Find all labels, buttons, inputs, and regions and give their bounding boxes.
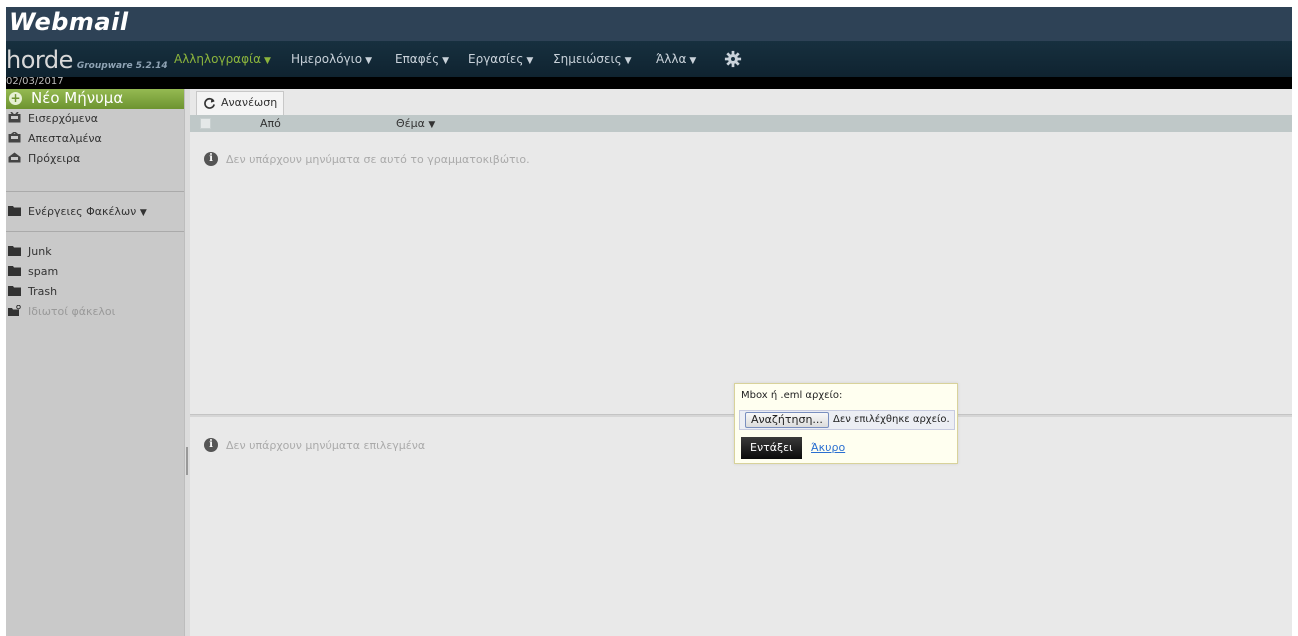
webmail-window: Webmail horde Groupware 5.2.14 Αλληλογραφ… (6, 7, 1292, 636)
folder-sent-label: Απεσταλμένα (28, 132, 102, 145)
chevron-down-icon: ▼ (263, 56, 271, 66)
folder-sent[interactable]: Απεσταλμένα (6, 129, 184, 147)
folder-inbox[interactable]: Εισερχόμενα (6, 109, 184, 127)
sidebar-divider (6, 191, 184, 192)
sent-icon (8, 132, 21, 143)
menu-tasks[interactable]: Εργασίες ▼ (468, 52, 533, 66)
file-input[interactable]: Αναζήτηση... Δεν επιλέχθηκε αρχείο. (739, 410, 955, 430)
folder-icon (8, 206, 21, 216)
sidebar-divider (6, 231, 184, 232)
main-menu-bar: horde Groupware 5.2.14 Αλληλογραφία ▼ Ημερ… (6, 41, 1292, 77)
new-message-button[interactable]: + Νέο Μήνυμα (6, 89, 184, 109)
chevron-down-icon: ▼ (139, 208, 147, 218)
folder-inbox-label: Εισερχόμενα (28, 112, 98, 125)
folder-drafts[interactable]: Πρόχειρα (6, 149, 184, 167)
top-header: Webmail (6, 7, 1292, 41)
menu-tasks-label: Εργασίες (468, 52, 524, 66)
menu-calendar[interactable]: Ημερολόγιο ▼ (291, 52, 372, 66)
splitter-handle[interactable] (186, 447, 188, 475)
empty-mailbox-text: Δεν υπάρχουν μηνύματα σε αυτό το γραμματ… (226, 153, 530, 166)
webmail-logo: Webmail (9, 8, 129, 36)
mailbox-toolbar: Ανανέωση (190, 89, 1292, 115)
preview-notice-text: Δεν υπάρχουν μηνύματα επιλεγμένα (226, 439, 426, 452)
browse-button[interactable]: Αναζήτηση... (745, 412, 829, 428)
menu-mail[interactable]: Αλληλογραφία ▼ (174, 52, 271, 66)
chevron-down-icon: ▼ (365, 56, 372, 66)
menu-other-label: Άλλα (656, 52, 687, 66)
menu-contacts[interactable]: Επαφές ▼ (395, 52, 449, 66)
folder-actions-menu[interactable]: Ενέργειες Φακέλων ▼ (6, 202, 184, 220)
message-list-header: Από Θέμα ▼ (190, 115, 1292, 132)
import-ok-button[interactable]: Εντάξει (741, 437, 802, 459)
menu-notes-label: Σημειώσεις (553, 52, 622, 66)
menu-other[interactable]: Άλλα ▼ (656, 52, 696, 66)
info-icon: i (204, 438, 218, 452)
inbox-icon (8, 112, 21, 123)
folder-icon (8, 266, 21, 276)
file-status-text: Δεν επιλέχθηκε αρχείο. (833, 414, 950, 425)
chevron-down-icon: ▼ (442, 56, 450, 66)
message-area: Ανανέωση Από Θέμα ▼ i Δεν υπάρχουν μηνύμ… (190, 89, 1292, 636)
folder-icon (8, 286, 21, 296)
menu-notes[interactable]: Σημειώσεις ▼ (553, 52, 632, 66)
gear-icon[interactable] (724, 50, 742, 68)
import-dialog: Mbox ή .eml αρχείο: Αναζήτηση... Δεν επι… (734, 383, 958, 464)
folder-drafts-label: Πρόχειρα (28, 152, 81, 165)
shared-folder-icon (8, 305, 21, 316)
horde-version: Groupware 5.2.14 (76, 61, 168, 71)
column-from[interactable]: Από (260, 117, 281, 130)
current-date: 02/03/2017 (6, 76, 64, 87)
folder-junk[interactable]: Junk (6, 242, 184, 260)
folder-shared-label: Ιδιωτοί φάκελοι (28, 305, 116, 318)
folder-trash-label: Trash (28, 285, 58, 298)
refresh-label: Ανανέωση (221, 96, 278, 109)
folder-actions-label: Ενέργειες Φακέλων ▼ (28, 205, 147, 218)
new-message-label: Νέο Μήνυμα (31, 89, 124, 107)
folder-icon (8, 246, 21, 256)
sort-down-icon: ▼ (428, 120, 436, 130)
refresh-button[interactable]: Ανανέωση (196, 91, 285, 115)
cancel-link[interactable]: Άκυρο (811, 441, 845, 454)
date-bar: 02/03/2017 (6, 76, 1292, 89)
folder-junk-label: Junk (28, 245, 52, 258)
sidebar: + Νέο Μήνυμα Εισερχόμενα Απεσταλμένα Πρό… (6, 89, 184, 636)
drafts-icon (8, 152, 21, 163)
select-all-checkbox[interactable] (200, 118, 211, 129)
folder-trash[interactable]: Trash (6, 282, 184, 300)
horde-logo-text: horde (6, 46, 73, 74)
folder-shared[interactable]: Ιδιωτοί φάκελοι (6, 302, 184, 320)
import-file-label: Mbox ή .eml αρχείο: (741, 390, 843, 401)
menu-contacts-label: Επαφές (395, 52, 440, 66)
chevron-down-icon: ▼ (624, 56, 632, 66)
menu-calendar-label: Ημερολόγιο (291, 52, 363, 66)
info-icon: i (204, 152, 218, 166)
column-subject[interactable]: Θέμα ▼ (396, 117, 435, 130)
menu-mail-label: Αλληλογραφία (174, 52, 261, 66)
folder-spam[interactable]: spam (6, 262, 184, 280)
chevron-down-icon: ▼ (526, 56, 534, 66)
folder-spam-label: spam (28, 265, 59, 278)
refresh-icon (204, 97, 215, 109)
chevron-down-icon: ▼ (689, 56, 697, 66)
plus-icon: + (9, 91, 22, 105)
page-edge (1292, 0, 1298, 636)
horde-logo[interactable]: horde Groupware 5.2.14 (6, 46, 168, 74)
